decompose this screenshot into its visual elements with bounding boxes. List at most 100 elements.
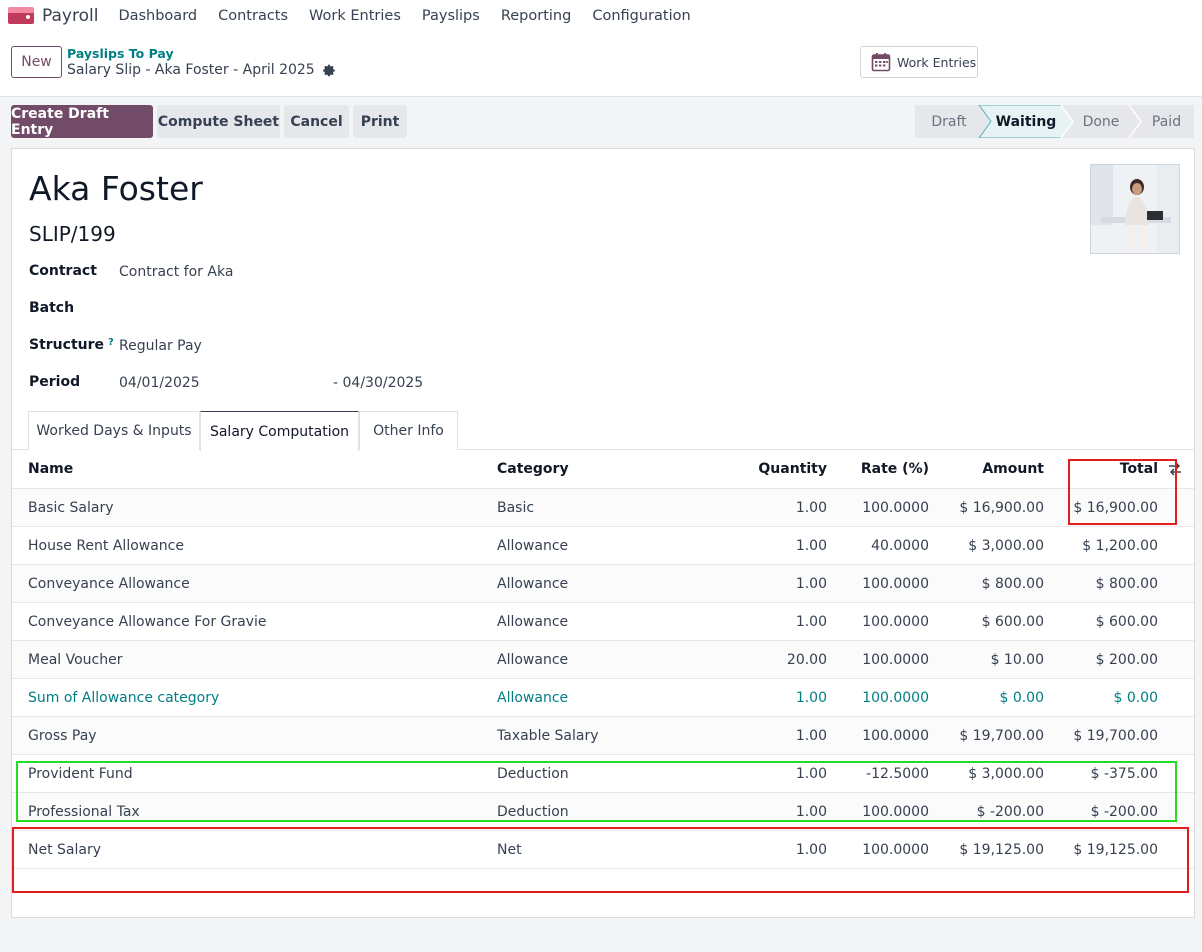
header-name[interactable]: Name [28,450,73,488]
row-quantity: 1.00 [795,575,827,592]
row-rate: 100.0000 [862,727,929,744]
header-total[interactable]: Total [1120,450,1158,488]
action-bar: Create Draft Entry Compute Sheet Cancel … [0,97,1202,148]
breadcrumb-current-label: Salary Slip - Aka Foster - April 2025 [67,62,315,78]
row-amount: $ 10.00 [990,651,1044,668]
tab-worked-days-inputs[interactable]: Worked Days & Inputs [28,411,200,450]
row-quantity: 1.00 [795,613,827,630]
payroll-app-icon[interactable] [8,7,34,24]
row-category: Basic [497,499,535,516]
table-row[interactable]: Conveyance Allowance Allowance 1.00 100.… [12,565,1194,603]
payslip-reference[interactable]: SLIP/199 [29,222,116,246]
new-button[interactable]: New [11,46,62,78]
stage-waiting[interactable]: Waiting [991,105,1061,138]
control-panel: New Payslips To Pay Salary Slip - Aka Fo… [0,31,1202,97]
row-total: $ 0.00 [1113,689,1158,706]
row-name: Gross Pay [28,727,97,744]
stage-done[interactable]: Done [1071,105,1131,138]
row-rate: 100.0000 [862,613,929,630]
stage-draft[interactable]: Draft [915,105,983,138]
compute-sheet-button[interactable]: Compute Sheet [157,105,280,138]
row-quantity: 1.00 [795,689,827,706]
table-row[interactable]: Basic Salary Basic 1.00 100.0000 $ 16,90… [12,489,1194,527]
row-category: Allowance [497,651,569,668]
row-name: Provident Fund [28,765,133,782]
period-from[interactable]: 04/01/2025 [119,375,200,391]
print-button[interactable]: Print [353,105,407,138]
optional-columns-icon[interactable] [1168,462,1182,476]
row-total: $ 800.00 [1095,575,1158,592]
row-total: $ -375.00 [1090,765,1158,782]
row-quantity: 1.00 [795,803,827,820]
row-rate: 100.0000 [862,803,929,820]
menu-reporting[interactable]: Reporting [501,8,572,24]
table-row[interactable]: Sum of Allowance category Allowance 1.00… [12,679,1194,717]
work-entries-label: Work Entries [897,54,977,70]
structure-value[interactable]: Regular Pay [119,338,202,354]
table-row[interactable]: Meal Voucher Allowance 20.00 100.0000 $ … [12,641,1194,679]
table-row[interactable]: Net Salary Net 1.00 100.0000 $ 19,125.00… [12,831,1194,869]
gear-icon[interactable] [322,64,336,77]
structure-help-icon[interactable]: ? [108,337,114,348]
employee-photo [1091,165,1179,253]
menu-configuration[interactable]: Configuration [592,8,690,24]
header-category[interactable]: Category [497,450,569,488]
stage-paid[interactable]: Paid [1139,105,1194,138]
period-label: Period [29,374,81,390]
row-amount: $ 19,125.00 [959,841,1044,858]
table-row[interactable]: Conveyance Allowance For Gravie Allowanc… [12,603,1194,641]
row-total: $ 19,700.00 [1073,727,1158,744]
row-name: Conveyance Allowance For Gravie [28,613,267,630]
row-name: Professional Tax [28,803,140,820]
row-name: Conveyance Allowance [28,575,190,592]
employee-avatar[interactable] [1090,164,1180,254]
row-rate: 100.0000 [862,689,929,706]
breadcrumb-current: Salary Slip - Aka Foster - April 2025 [67,62,336,78]
row-total: $ 19,125.00 [1073,841,1158,858]
row-amount: $ 0.00 [999,689,1044,706]
menu-dashboard[interactable]: Dashboard [118,8,197,24]
top-navbar: Payroll Dashboard Contracts Work Entries… [0,0,1202,31]
create-draft-entry-button[interactable]: Create Draft Entry [11,105,153,138]
header-rate[interactable]: Rate (%) [861,450,929,488]
table-row[interactable]: Provident Fund Deduction 1.00 -12.5000 $… [12,755,1194,793]
row-category: Taxable Salary [497,727,599,744]
status-bar: Draft Waiting Done Paid [915,105,1194,138]
row-category: Allowance [497,537,569,554]
contract-value[interactable]: Contract for Aka [119,264,233,280]
table-row[interactable]: House Rent Allowance Allowance 1.00 40.0… [12,527,1194,565]
cancel-button[interactable]: Cancel [284,105,349,138]
row-category: Deduction [497,803,569,820]
period-to[interactable]: - 04/30/2025 [333,375,423,391]
row-name: House Rent Allowance [28,537,184,554]
row-amount: $ 3,000.00 [968,537,1044,554]
calendar-icon [871,53,891,72]
menu-contracts[interactable]: Contracts [218,8,288,24]
menu-payslips[interactable]: Payslips [422,8,480,24]
row-category: Deduction [497,765,569,782]
header-quantity[interactable]: Quantity [758,450,827,488]
header-amount[interactable]: Amount [982,450,1044,488]
tab-salary-computation[interactable]: Salary Computation [200,411,359,451]
row-quantity: 1.00 [795,841,827,858]
row-rate: -12.5000 [866,765,929,782]
work-entries-button[interactable]: Work Entries [860,46,978,78]
tab-other-info[interactable]: Other Info [359,411,458,450]
row-total: $ 200.00 [1095,651,1158,668]
row-quantity: 1.00 [795,499,827,516]
table-row[interactable]: Gross Pay Taxable Salary 1.00 100.0000 $… [12,717,1194,755]
structure-label: Structure [29,337,105,353]
menu-work-entries[interactable]: Work Entries [309,8,401,24]
row-amount: $ 600.00 [981,613,1044,630]
breadcrumb-parent[interactable]: Payslips To Pay [67,46,174,61]
row-quantity: 1.00 [795,537,827,554]
row-rate: 100.0000 [862,841,929,858]
row-amount: $ -200.00 [976,803,1044,820]
employee-name[interactable]: Aka Foster [29,169,203,208]
app-name[interactable]: Payroll [42,6,98,26]
table-row[interactable]: Professional Tax Deduction 1.00 100.0000… [12,793,1194,831]
row-quantity: 20.00 [786,651,827,668]
structure-label-wrap: Structure? [29,337,114,353]
row-rate: 100.0000 [862,499,929,516]
row-rate: 100.0000 [862,575,929,592]
